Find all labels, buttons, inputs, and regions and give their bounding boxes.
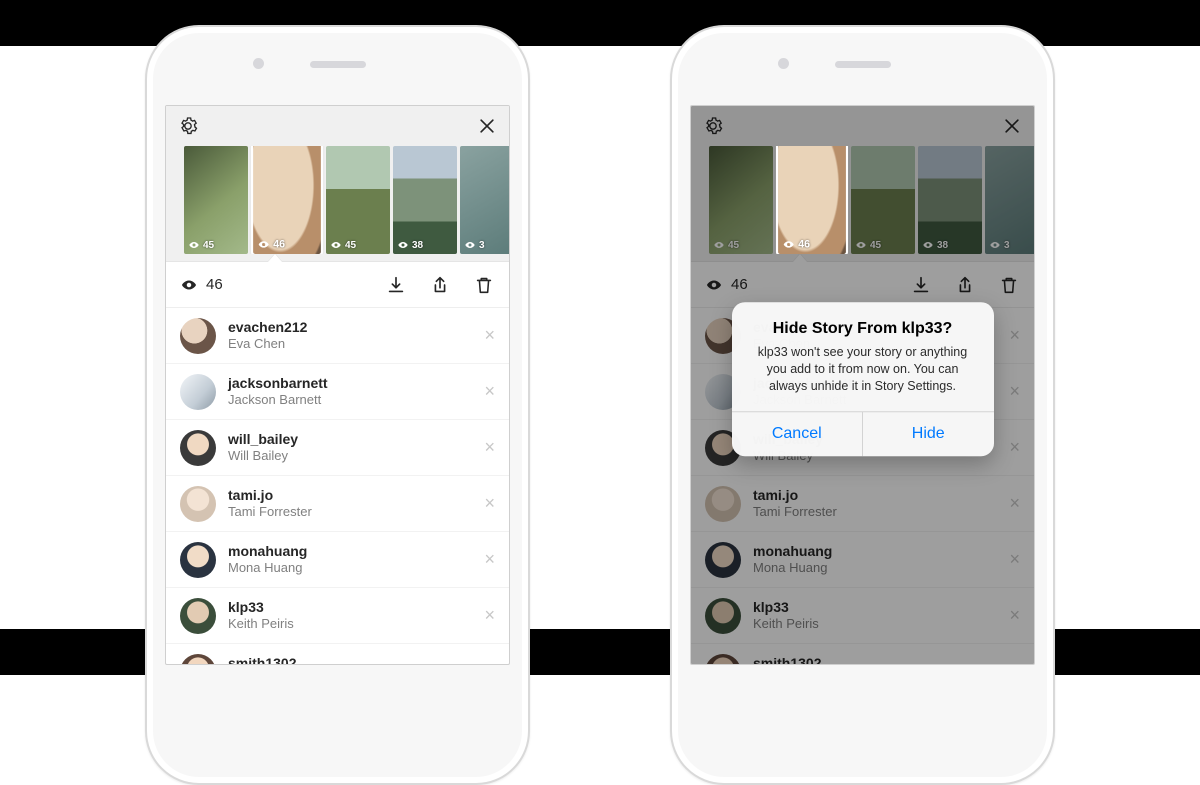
story-thumb-selected[interactable]: 46 — [778, 146, 846, 254]
hide-story-alert: Hide Story From klp33? klp33 won't see y… — [732, 303, 994, 457]
viewer-row[interactable]: tami.joTami Forrester × — [166, 476, 509, 532]
viewer-fullname: Mona Huang — [228, 560, 307, 576]
view-count: 46 — [206, 276, 223, 293]
story-views: 45 — [203, 240, 214, 251]
delete-button[interactable] — [473, 274, 495, 296]
close-button[interactable] — [477, 116, 497, 136]
selection-pointer — [268, 254, 282, 262]
viewer-fullname: Will Bailey — [228, 448, 298, 464]
viewer-fullname: Eva Chen — [228, 336, 307, 352]
avatar — [180, 318, 216, 354]
hide-viewer-button[interactable]: × — [484, 437, 495, 458]
story-views: 38 — [412, 240, 423, 251]
viewer-row[interactable]: evachen212Eva Chen × — [166, 308, 509, 364]
story-thumb[interactable]: 45 — [326, 146, 390, 254]
hide-viewer-button[interactable]: × — [484, 381, 495, 402]
phone-camera — [778, 58, 789, 69]
story-tray: 45 46 45 38 3 — [166, 106, 509, 262]
story-views: 46 — [798, 239, 810, 251]
viewer-username: tami.jo — [228, 487, 312, 505]
viewer-fullname: Keith Peiris — [228, 616, 294, 632]
settings-button[interactable] — [178, 116, 198, 136]
hide-viewer-button[interactable]: × — [484, 325, 495, 346]
viewer-username: klp33 — [228, 599, 294, 617]
avatar — [180, 654, 216, 666]
hide-viewer-button[interactable]: × — [484, 661, 495, 665]
story-views: 3 — [479, 240, 485, 251]
screen-left: 45 46 45 38 3 46 — [165, 105, 510, 665]
phone-speaker — [310, 61, 366, 68]
avatar — [180, 542, 216, 578]
share-button[interactable] — [429, 274, 451, 296]
viewer-row[interactable]: smith1302Eric Smith× — [166, 644, 509, 665]
story-thumb[interactable]: 45 — [184, 146, 248, 254]
phone-left: 45 46 45 38 3 46 — [145, 25, 530, 785]
avatar — [180, 430, 216, 466]
viewer-row[interactable]: will_baileyWill Bailey × — [166, 420, 509, 476]
action-bar: 46 — [166, 262, 509, 308]
avatar — [180, 598, 216, 634]
viewer-username: evachen212 — [228, 319, 307, 337]
alert-cancel-button[interactable]: Cancel — [732, 412, 864, 456]
hide-viewer-button[interactable]: × — [484, 549, 495, 570]
viewer-row[interactable]: klp33Keith Peiris × — [166, 588, 509, 644]
download-button[interactable] — [385, 274, 407, 296]
avatar — [180, 374, 216, 410]
viewer-row[interactable]: jacksonbarnettJackson Barnett × — [166, 364, 509, 420]
alert-message: klp33 won't see your story or anything y… — [748, 345, 978, 396]
alert-confirm-button[interactable]: Hide — [863, 412, 994, 456]
viewer-row[interactable]: monahuangMona Huang × — [166, 532, 509, 588]
avatar — [180, 486, 216, 522]
phone-camera — [253, 58, 264, 69]
hide-viewer-button[interactable]: × — [484, 605, 495, 626]
viewer-username: smith1302 — [228, 655, 296, 665]
viewer-fullname: Jackson Barnett — [228, 392, 328, 408]
phone-speaker — [835, 61, 891, 68]
viewer-username: monahuang — [228, 543, 307, 561]
eye-icon — [180, 276, 198, 294]
screen-right: 45 46 45 38 3 46 — [690, 105, 1035, 665]
alert-title: Hide Story From klp33? — [748, 321, 978, 339]
hide-viewer-button[interactable]: × — [484, 493, 495, 514]
story-thumb[interactable]: 38 — [393, 146, 457, 254]
viewer-list: evachen212Eva Chen × jacksonbarnettJackso… — [166, 308, 509, 665]
story-views: 46 — [273, 239, 285, 251]
story-thumb[interactable]: 3 — [460, 146, 509, 254]
viewer-fullname: Tami Forrester — [228, 504, 312, 520]
viewer-username: jacksonbarnett — [228, 375, 328, 393]
story-thumbnails: 45 46 45 38 3 — [184, 146, 509, 254]
story-thumb-selected[interactable]: 46 — [253, 146, 321, 254]
phone-right: 45 46 45 38 3 46 — [670, 25, 1055, 785]
viewer-username: will_bailey — [228, 431, 298, 449]
story-views: 45 — [345, 240, 356, 251]
